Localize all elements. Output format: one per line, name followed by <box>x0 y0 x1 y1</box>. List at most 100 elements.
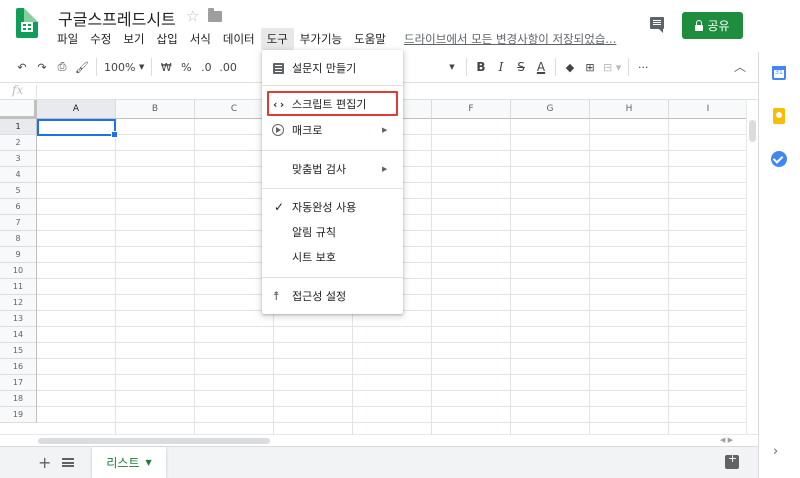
row-header[interactable]: 17 <box>0 375 37 391</box>
more-options-button[interactable]: ··· <box>633 56 653 78</box>
fill-color-icon[interactable]: ◆ <box>560 56 580 78</box>
paint-format-icon[interactable]: 🖌 <box>72 56 92 78</box>
row-header[interactable]: 3 <box>0 151 37 167</box>
row-header[interactable]: 1 <box>0 119 37 135</box>
tasks-icon[interactable] <box>771 151 787 167</box>
strikethrough-button[interactable]: S <box>511 56 531 78</box>
accessibility-icon: ☨ <box>273 289 280 303</box>
row-header[interactable]: 14 <box>0 327 37 343</box>
row-header[interactable]: 6 <box>0 199 37 215</box>
menu-format[interactable]: 서식 <box>184 28 217 50</box>
menu-item-label: 접근성 설정 <box>292 290 347 303</box>
explore-icon[interactable] <box>725 452 739 469</box>
row-header[interactable]: 4 <box>0 167 37 183</box>
row-header[interactable]: 19 <box>0 407 37 423</box>
row-header[interactable]: 18 <box>0 391 37 407</box>
menu-addons[interactable]: 부가기능 <box>294 28 348 50</box>
horizontal-scroll-thumb[interactable] <box>38 438 270 444</box>
column-header[interactable]: F <box>432 100 511 119</box>
toolbar-divider <box>555 58 556 76</box>
document-title[interactable]: 구글스프레드시트 <box>58 6 176 30</box>
toolbar-right: ▼ B I S A ◆ ⊞ ⊟ ▾ ··· <box>442 54 653 80</box>
redo-icon[interactable]: ↷ <box>32 56 52 78</box>
menu-item-label: 알림 규칙 <box>292 226 336 239</box>
menu-insert[interactable]: 삽입 <box>151 28 184 50</box>
save-status-link[interactable]: 드라이브에서 모든 변경사항이 저장되었습... <box>404 31 616 47</box>
share-button[interactable]: 공유 <box>682 12 743 39</box>
column-header[interactable]: H <box>590 100 669 119</box>
scroll-arrows-icon[interactable]: ◀ ▶ <box>720 436 733 444</box>
sheets-logo[interactable] <box>16 8 38 38</box>
column-header[interactable]: A <box>37 100 116 119</box>
select-all-corner[interactable] <box>0 100 37 119</box>
borders-icon[interactable]: ⊞ <box>580 56 600 78</box>
italic-button[interactable]: I <box>491 56 511 78</box>
row-header[interactable]: 13 <box>0 311 37 327</box>
play-circle-icon <box>272 124 284 136</box>
menu-item-create-form[interactable]: 설문지 만들기 <box>262 56 403 80</box>
all-sheets-icon[interactable] <box>62 458 74 467</box>
text-color-button[interactable]: A <box>531 56 551 78</box>
print-icon[interactable]: ⎙ <box>52 56 72 78</box>
menu-item-accessibility[interactable]: ☨ 접근성 설정 <box>262 284 403 308</box>
menu-item-label: 자동완성 사용 <box>292 201 357 214</box>
row-header[interactable]: 2 <box>0 135 37 151</box>
row-header[interactable]: 8 <box>0 231 37 247</box>
menu-item-spell-check[interactable]: 맞춤법 검사 ▶ <box>262 157 403 181</box>
increase-decimal-button[interactable]: .00 <box>216 56 240 78</box>
folder-icon[interactable] <box>208 8 222 22</box>
undo-icon[interactable]: ↶ <box>12 56 32 78</box>
bold-button[interactable]: B <box>471 56 491 78</box>
menu-item-macros[interactable]: 매크로 ▶ <box>262 118 403 142</box>
row-header[interactable]: 10 <box>0 263 37 279</box>
menu-item-autocomplete[interactable]: ✓ 자동완성 사용 <box>262 195 403 219</box>
check-icon: ✓ <box>274 200 285 214</box>
row-header[interactable]: 11 <box>0 279 37 295</box>
row-header[interactable]: 12 <box>0 295 37 311</box>
decrease-decimal-button[interactable]: .0 <box>196 56 216 78</box>
menu-data[interactable]: 데이터 <box>217 28 261 50</box>
column-header[interactable]: B <box>116 100 195 119</box>
zoom-select[interactable]: 100% ▼ <box>101 56 147 78</box>
menu-item-notification-rules[interactable]: 알림 규칙 <box>262 220 403 244</box>
column-header[interactable]: I <box>669 100 746 119</box>
add-sheet-icon[interactable]: + <box>38 453 51 472</box>
chevron-down-icon[interactable]: ▼ <box>145 458 151 467</box>
currency-format-button[interactable]: ₩ <box>156 56 176 78</box>
app-header: 구글스프레드시트 ☆ 파일 수정 보기 삽입 서식 데이터 도구 부가기능 도움… <box>0 0 800 52</box>
menu-divider <box>262 150 403 151</box>
menu-divider <box>262 188 403 189</box>
calendar-icon[interactable]: 31 <box>772 66 786 80</box>
percent-format-button[interactable]: % <box>176 56 196 78</box>
highlight-box <box>267 91 398 116</box>
chevron-right-icon[interactable]: › <box>773 444 778 459</box>
row-header[interactable]: 7 <box>0 215 37 231</box>
sheet-tab[interactable]: 리스트 ▼ <box>92 447 166 478</box>
row-header[interactable]: 16 <box>0 359 37 375</box>
menu-tools[interactable]: 도구 <box>260 28 294 50</box>
menu-item-protect-sheet[interactable]: 시트 보호 <box>262 245 403 269</box>
tools-dropdown-menu: 설문지 만들기 ‹› 스크립트 편집기 매크로 ▶ 맞춤법 검사 ▶ ✓ 자동완… <box>262 50 403 314</box>
row-header[interactable]: 5 <box>0 183 37 199</box>
active-cell-a1[interactable] <box>37 119 118 138</box>
share-label: 공유 <box>707 19 730 33</box>
menu-divider <box>262 85 403 86</box>
row-header[interactable]: 15 <box>0 343 37 359</box>
row-header[interactable]: 9 <box>0 247 37 263</box>
column-header[interactable]: G <box>511 100 590 119</box>
menu-file[interactable]: 파일 <box>51 28 84 50</box>
comment-icon[interactable] <box>650 17 664 33</box>
vertical-scroll-thumb[interactable] <box>749 120 756 142</box>
menu-help[interactable]: 도움말 <box>348 28 392 50</box>
menu-edit[interactable]: 수정 <box>84 28 117 50</box>
font-size-chevron-icon[interactable]: ▼ <box>442 56 462 78</box>
merge-cells-icon[interactable]: ⊟ ▾ <box>600 56 624 78</box>
sheet-tab-bar: + 리스트 ▼ <box>0 446 758 478</box>
keep-icon[interactable] <box>773 108 785 124</box>
star-icon[interactable]: ☆ <box>186 7 199 25</box>
collapse-toolbar-icon[interactable]: ︿ <box>734 58 746 75</box>
horizontal-scrollbar[interactable]: ◀ ▶ <box>0 434 758 446</box>
menu-item-label: 설문지 만들기 <box>292 62 357 75</box>
vertical-scrollbar[interactable] <box>746 100 758 434</box>
menu-view[interactable]: 보기 <box>117 28 150 50</box>
